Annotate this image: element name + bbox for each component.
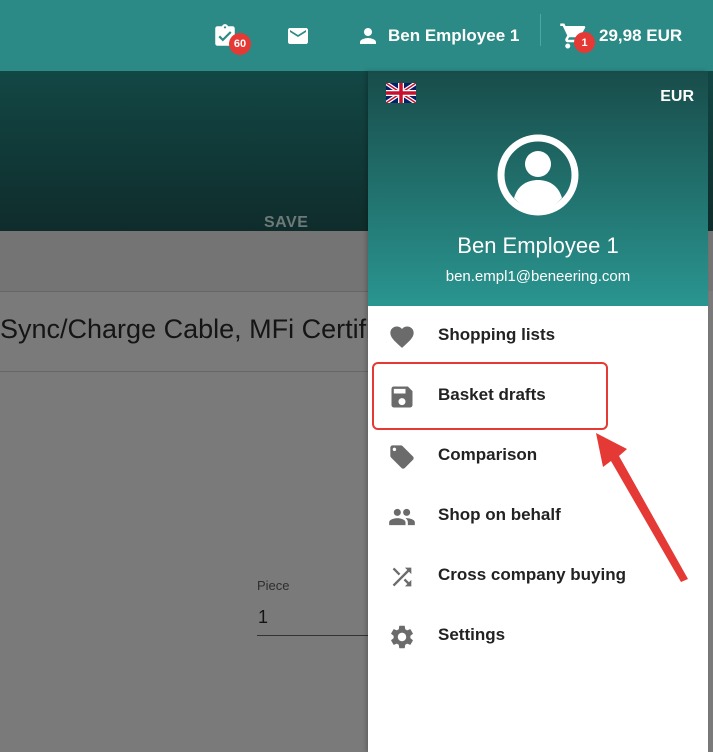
account-circle-icon bbox=[497, 134, 579, 216]
shuffle-icon bbox=[392, 567, 412, 587]
tasks-button[interactable]: 60 bbox=[212, 0, 251, 71]
gear-icon bbox=[391, 625, 413, 649]
menu-item-label: Settings bbox=[438, 625, 506, 644]
people-icon bbox=[389, 508, 415, 526]
tag-icon bbox=[390, 445, 414, 469]
tasks-badge: 60 bbox=[229, 33, 251, 55]
user-menu-button[interactable]: Ben Employee 1 bbox=[356, 0, 519, 71]
annotation-highlight-box bbox=[372, 362, 608, 430]
heart-icon bbox=[390, 326, 414, 348]
menu-item-label: Cross company buying bbox=[438, 565, 626, 584]
quantity-label: Piece bbox=[257, 578, 290, 593]
cart-button[interactable]: 1 29,98 EUR bbox=[559, 0, 682, 71]
currency-selector[interactable]: EUR bbox=[660, 88, 694, 106]
menu-item-shopping-lists[interactable]: Shopping lists bbox=[368, 306, 708, 366]
divider bbox=[0, 371, 368, 372]
messages-button[interactable] bbox=[284, 0, 312, 71]
save-button[interactable]: SAVE bbox=[264, 214, 308, 232]
menu-item-comparison[interactable]: Comparison bbox=[368, 426, 708, 486]
account-panel-header: EUR Ben Employee 1 ben.empl1@beneering.c… bbox=[368, 71, 708, 306]
menu-item-label: Shop on behalf bbox=[438, 505, 561, 524]
account-name: Ben Employee 1 bbox=[457, 233, 619, 258]
user-name: Ben Employee 1 bbox=[388, 25, 520, 45]
divider bbox=[540, 14, 541, 46]
person-icon bbox=[360, 27, 376, 44]
top-bar: 60 Ben Employee 1 1 29,98 EUR bbox=[0, 0, 713, 71]
account-menu: Shopping lists Basket drafts Comparison … bbox=[368, 306, 708, 666]
account-email: ben.empl1@beneering.com bbox=[445, 268, 631, 285]
cart-total: 29,98 EUR bbox=[599, 25, 683, 45]
divider bbox=[0, 291, 368, 292]
menu-item-cross-company-buying[interactable]: Cross company buying bbox=[368, 546, 708, 606]
menu-item-label: Comparison bbox=[438, 445, 538, 464]
quantity-input[interactable]: 1 bbox=[258, 607, 268, 628]
menu-item-settings[interactable]: Settings bbox=[368, 606, 708, 666]
product-title: Sync/Charge Cable, MFi Certified bbox=[0, 314, 368, 344]
quantity-underline bbox=[257, 635, 368, 636]
cart-badge: 1 bbox=[574, 32, 595, 53]
uk-flag-icon[interactable] bbox=[386, 83, 416, 103]
menu-item-shop-on-behalf[interactable]: Shop on behalf bbox=[368, 486, 708, 546]
menu-item-label: Shopping lists bbox=[438, 325, 556, 344]
mail-icon bbox=[288, 27, 308, 44]
